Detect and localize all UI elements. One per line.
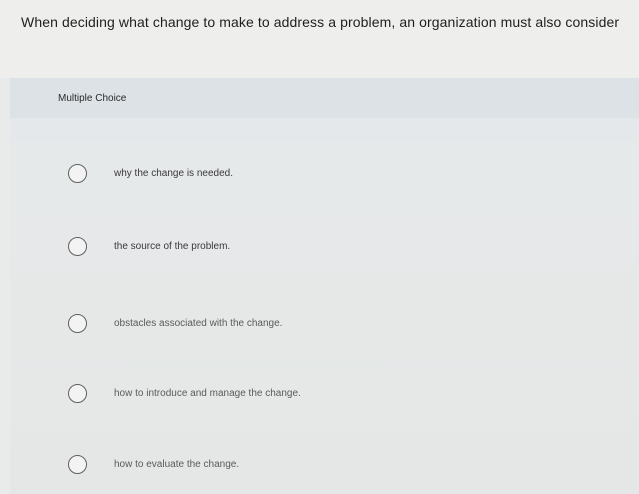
radio-button[interactable] — [68, 384, 87, 403]
question-area: When deciding what change to make to add… — [0, 0, 639, 78]
multiple-choice-panel: Multiple Choice why the change is needed… — [10, 78, 639, 494]
radio-button[interactable] — [68, 164, 87, 183]
answer-option-3[interactable]: obstacles associated with the change. — [68, 314, 468, 336]
answer-option-label: obstacles associated with the change. — [114, 318, 283, 329]
answer-option-label: how to evaluate the change. — [114, 459, 240, 470]
radio-button[interactable] — [68, 314, 87, 333]
answer-option-2[interactable]: the source of the problem. — [68, 237, 468, 259]
answer-option-4[interactable]: how to introduce and manage the change. — [68, 384, 468, 406]
multiple-choice-header: Multiple Choice — [10, 78, 639, 118]
answer-option-5[interactable]: how to evaluate the change. — [68, 455, 468, 477]
answer-option-label: the source of the problem. — [114, 241, 231, 252]
answer-option-label: how to introduce and manage the change. — [114, 388, 301, 399]
radio-button[interactable] — [68, 237, 87, 256]
radio-button[interactable] — [68, 455, 87, 474]
question-text: When deciding what change to make to add… — [21, 14, 620, 30]
answer-option-1[interactable]: why the change is needed. — [68, 164, 468, 186]
multiple-choice-label: Multiple Choice — [58, 93, 127, 104]
answer-option-label: why the change is needed. — [114, 168, 233, 179]
